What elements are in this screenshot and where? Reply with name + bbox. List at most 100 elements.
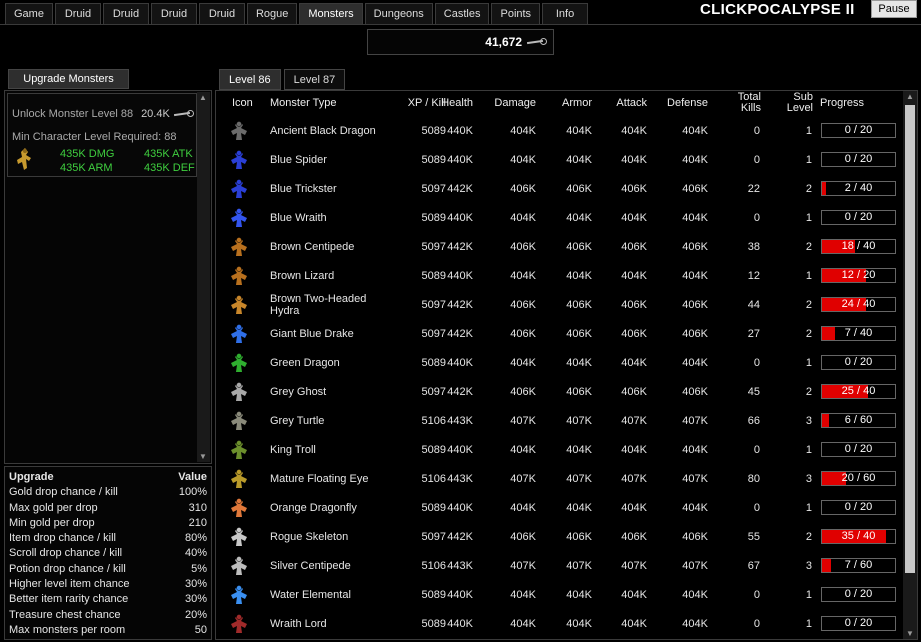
damage-cell: 407K [510, 472, 536, 485]
upgrade-name: Gold drop chance / kill [9, 486, 118, 499]
attack-cell: 407K [621, 472, 647, 485]
kills-cell: 67 [747, 559, 760, 572]
progress-bar: 12 / 20 [821, 268, 896, 283]
progress-bar: 18 / 40 [821, 239, 896, 254]
damage-cell: 404K [510, 588, 536, 601]
monster-scrollbar[interactable]: ▲ ▼ [903, 91, 917, 639]
upgrade-row: Max monsters per room 50 [9, 623, 207, 638]
health-cell: 442K [447, 385, 473, 398]
sub-level-cell: 2 [805, 530, 812, 543]
attack-cell: 406K [621, 182, 647, 195]
defense-cell: 404K [682, 211, 708, 224]
armor-cell: 404K [566, 211, 592, 224]
upgrade-value: 5% [191, 562, 207, 575]
upgrade-row: Item drop chance / kill 80% [9, 531, 207, 546]
tab-druid-1[interactable]: Druid [54, 3, 101, 25]
defense-cell: 406K [682, 327, 708, 340]
top-nav: Game Druid Druid Druid Druid Rogue Monsters Dun… [5, 3, 589, 25]
kills-cell: 0 [753, 356, 760, 369]
upgrade-row: Higher level item chance 30% [9, 577, 207, 592]
col-header-health: Health [441, 96, 473, 109]
armor-cell: 407K [566, 472, 592, 485]
pause-button[interactable]: Pause [871, 0, 917, 18]
left-scrollbar[interactable]: ▲ ▼ [197, 92, 210, 462]
tab-game[interactable]: Game [5, 3, 53, 25]
attack-cell: 406K [621, 327, 647, 340]
king-troll-icon [231, 440, 247, 459]
damage-cell: 404K [510, 211, 536, 224]
progress-text: 35 / 40 [841, 530, 876, 542]
progress-bar: 0 / 20 [821, 123, 896, 138]
scroll-down-icon[interactable]: ▼ [199, 452, 207, 461]
scroll-up-icon[interactable]: ▲ [906, 92, 914, 101]
currency-display: 41,672 [367, 29, 554, 55]
armor-cell: 406K [566, 240, 592, 253]
unlock-monster-level-button[interactable]: Unlock Monster Level 88 20.4K Min Charac… [7, 93, 197, 177]
kills-cell: 0 [753, 153, 760, 166]
silver-centipede-icon [231, 556, 247, 575]
upgrade-name: Item drop chance / kill [9, 532, 116, 545]
monster-type-cell: Ancient Black Dragon [270, 124, 376, 137]
defense-cell: 407K [682, 414, 708, 427]
upgrade-value: 310 [188, 501, 207, 514]
unlock-panel: Unlock Monster Level 88 20.4K Min Charac… [4, 90, 212, 464]
upgrades-header-value: Value [178, 471, 207, 483]
progress-text: 20 / 60 [841, 472, 876, 484]
sub-level-cell: 2 [805, 182, 812, 195]
monster-row: Blue Spider 5089 440K 404K 404K 404K 404K 0 1 0 /… [216, 145, 904, 174]
health-cell: 442K [447, 530, 473, 543]
upgrade-value: 100% [178, 486, 207, 499]
attack-cell: 404K [621, 124, 647, 137]
health-cell: 440K [447, 153, 473, 166]
progress-bar: 2 / 40 [821, 181, 896, 196]
col-header-kills: Total Kills [737, 91, 761, 114]
health-cell: 440K [447, 269, 473, 282]
tab-dungeons[interactable]: Dungeons [364, 3, 433, 25]
monster-type-cell: Blue Spider [270, 153, 327, 166]
upgrade-value: 80% [184, 532, 207, 545]
tab-castles[interactable]: Castles [434, 3, 490, 25]
tab-druid-2[interactable]: Druid [102, 3, 149, 25]
health-cell: 442K [447, 298, 473, 311]
progress-bar: 20 / 60 [821, 471, 896, 486]
damage-cell: 404K [510, 501, 536, 514]
tab-info[interactable]: Info [542, 3, 589, 25]
progress-bar: 0 / 20 [821, 210, 896, 225]
tab-upgrade-monsters[interactable]: Upgrade Monsters [8, 69, 129, 89]
health-cell: 440K [447, 501, 473, 514]
damage-cell: 407K [510, 414, 536, 427]
tab-druid-3[interactable]: Druid [150, 3, 197, 25]
damage-cell: 404K [510, 269, 536, 282]
col-header-progress: Progress [820, 96, 865, 109]
upgrade-row: Scroll drop chance / kill 40% [9, 546, 207, 561]
defense-cell: 407K [682, 559, 708, 572]
damage-cell: 406K [510, 530, 536, 543]
tab-monsters[interactable]: Monsters [299, 3, 363, 25]
kills-cell: 80 [747, 472, 760, 485]
monster-row: Ancient Black Dragon 5089 440K 404K 404K 404K… [216, 116, 904, 145]
upgrade-name: Potion drop chance / kill [9, 562, 126, 575]
scroll-up-icon[interactable]: ▲ [199, 93, 207, 102]
tab-rogue[interactable]: Rogue [246, 3, 298, 25]
progress-text: 0 / 20 [844, 124, 873, 136]
progress-bar: 0 / 20 [821, 442, 896, 457]
monster-row: Wraith Lord 5089 440K 404K 404K 404K 404K 0 1 0 /… [216, 609, 904, 638]
armor-cell: 404K [566, 356, 592, 369]
tab-level-87[interactable]: Level 87 [283, 69, 346, 90]
kills-cell: 12 [747, 269, 760, 282]
scroll-thumb[interactable] [905, 105, 915, 573]
sub-level-cell: 1 [805, 588, 812, 601]
health-cell: 442K [447, 240, 473, 253]
stat-dmg: 435K DMG [60, 148, 115, 160]
tab-points[interactable]: Points [491, 3, 541, 25]
progress-text: 24 / 40 [841, 298, 876, 310]
attack-cell: 404K [621, 501, 647, 514]
tab-druid-4[interactable]: Druid [198, 3, 245, 25]
defense-cell: 407K [682, 472, 708, 485]
col-header-defense: Defense [667, 96, 708, 109]
tab-level-86[interactable]: Level 86 [219, 69, 281, 90]
upgrade-row: Potion drop chance / kill 5% [9, 562, 207, 577]
scroll-down-icon[interactable]: ▼ [906, 629, 914, 638]
monster-row: Blue Trickster 5097 442K 406K 406K 406K 406K 22… [216, 174, 904, 203]
health-cell: 443K [447, 559, 473, 572]
